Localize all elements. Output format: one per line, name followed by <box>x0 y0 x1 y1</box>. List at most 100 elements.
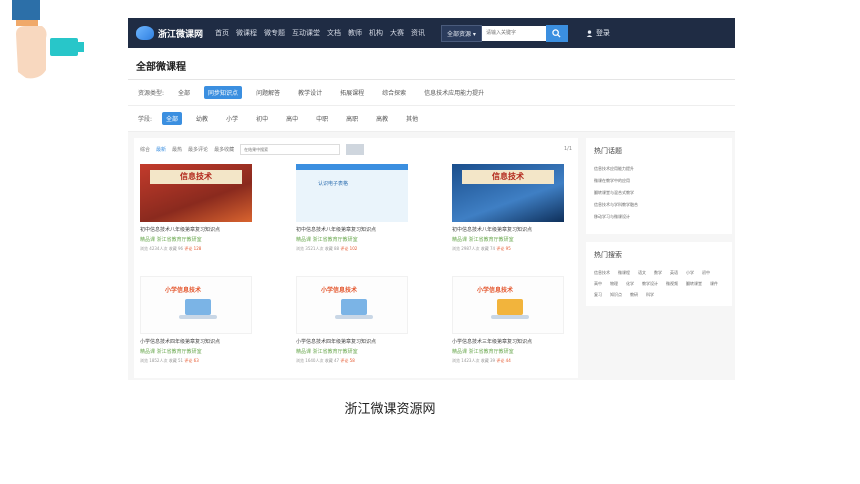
laptop-base <box>491 315 529 319</box>
course-thumbnail[interactable]: 小学信息技术 <box>140 276 252 334</box>
thumbnail-banner: 信息技术 <box>462 170 554 184</box>
filter-type-explore[interactable]: 综合探索 <box>378 86 410 99</box>
nav-item-news[interactable]: 资讯 <box>411 28 425 38</box>
filter-stage-primary[interactable]: 小学 <box>222 112 242 125</box>
laptop-icon <box>341 299 367 315</box>
nav-item-docs[interactable]: 文档 <box>327 28 341 38</box>
course-card[interactable]: 信息技术 初中信息技术八年级第章复习知识点 精品课 浙江省教育厅教研室 浏览 4… <box>140 164 280 268</box>
hot-search-tag[interactable]: 高中 <box>594 281 602 287</box>
laptop-base <box>335 315 373 319</box>
hot-search-title: 热门搜索 <box>594 251 622 259</box>
course-list-area: 综合 最新 最热 最多评论 最多收藏 1/1 信息技术 初中信息技术八年级第章复… <box>134 138 578 378</box>
hot-search-tag[interactable]: 语文 <box>638 270 646 276</box>
hot-search-tag[interactable]: 初中 <box>702 270 710 276</box>
course-thumbnail[interactable]: 小学信息技术 <box>296 276 408 334</box>
hot-search-tag[interactable]: 知识点 <box>610 292 622 298</box>
hot-topic-item[interactable]: 信息技术与学科教学融合 <box>594 202 724 208</box>
filter-stage-junior[interactable]: 初中 <box>252 112 272 125</box>
hot-search-panel: 热门搜索 信息技术 微课程 语文 数学 英语 小学 初中 高中 物理 化学 教学… <box>586 242 732 306</box>
filter-type-qa[interactable]: 问题解答 <box>252 86 284 99</box>
hot-search-tag[interactable]: 复习 <box>594 292 602 298</box>
course-card[interactable]: 小学信息技术 小学信息技术四年级第章复习知识点 精品课 浙江省教育厅教研室 浏览… <box>296 276 436 380</box>
login-link[interactable]: 登录 <box>586 28 610 38</box>
filter-stage-all[interactable]: 全部 <box>162 112 183 125</box>
filter-row-type: 资源类型: 全部 同步知识点 问题解答 教学设计 拓展课程 综合探索 信息技术应… <box>128 80 735 106</box>
filter-type-knowledge[interactable]: 同步知识点 <box>204 86 243 99</box>
search-input[interactable] <box>481 25 546 41</box>
course-title[interactable]: 小学信息技术三年级第章复习知识点 <box>452 338 592 345</box>
slide-caption: 浙江微课资源网 <box>344 402 436 417</box>
filter-stage-other[interactable]: 其他 <box>402 112 422 125</box>
hot-topic-item[interactable]: 移动学习与微课设计 <box>594 214 724 220</box>
sort-default[interactable]: 综合 <box>140 146 150 153</box>
filter-type-extension[interactable]: 拓展课程 <box>336 86 368 99</box>
hot-topic-item[interactable]: 信息技术应用能力提升 <box>594 166 724 172</box>
course-stats: 浏览 2987人次 收藏 74 评论 95 <box>452 246 511 251</box>
course-card[interactable]: 小学信息技术 小学信息技术三年级第章复习知识点 精品课 浙江省教育厅教研室 浏览… <box>452 276 592 380</box>
logo-icon <box>136 26 154 40</box>
site-logo[interactable]: 浙江微课网 <box>136 26 203 40</box>
hot-search-tag[interactable]: 科学 <box>646 292 654 298</box>
hot-search-tag[interactable]: 英语 <box>670 270 678 276</box>
usb-hand-icon <box>12 0 84 79</box>
filter-type-all[interactable]: 全部 <box>174 86 194 99</box>
result-search-button[interactable] <box>346 143 365 155</box>
nav-item-home[interactable]: 首页 <box>215 28 229 38</box>
hot-search-tag[interactable]: 数学 <box>654 270 662 276</box>
course-thumbnail[interactable]: 信息技术 <box>140 164 252 222</box>
nav-item-institutions[interactable]: 机构 <box>369 28 383 38</box>
course-thumbnail[interactable]: 认识电子表格 <box>296 164 408 222</box>
hot-topic-item[interactable]: 翻转课堂与混合式教学 <box>594 190 724 196</box>
course-thumbnail[interactable]: 小学信息技术 <box>452 276 564 334</box>
course-stats: 浏览 1423人次 收藏 39 评论 44 <box>452 358 511 363</box>
filter-type-design[interactable]: 教学设计 <box>294 86 326 99</box>
hot-search-tag[interactable]: 小学 <box>686 270 694 276</box>
hot-search-tag[interactable]: 课件 <box>710 281 718 287</box>
nav-item-teachers[interactable]: 教师 <box>348 28 362 38</box>
hot-search-tag[interactable]: 化学 <box>626 281 634 287</box>
course-meta: 精品课 浙江省教育厅教研室 <box>140 349 202 355</box>
nav-item-interactive[interactable]: 互动课堂 <box>292 28 320 38</box>
course-card[interactable]: 认识电子表格 初中信息技术八年级第章复习知识点 精品课 浙江省教育厅教研室 浏览… <box>296 164 436 268</box>
hot-search-tag[interactable]: 教学设计 <box>642 281 658 287</box>
nav-item-microcourse[interactable]: 微课程 <box>236 28 257 38</box>
course-title[interactable]: 小学信息技术四年级第章复习知识点 <box>140 338 280 345</box>
course-title[interactable]: 初中信息技术八年级第章复习知识点 <box>452 226 592 233</box>
hot-search-tag[interactable]: 翻转课堂 <box>686 281 702 287</box>
filter-stage-vocational[interactable]: 中职 <box>312 112 332 125</box>
screenshot-frame: 浙江微课网 首页 微课程 微专题 互动课堂 文档 教师 机构 大赛 资讯 全部资… <box>128 18 735 380</box>
thumbnail-caption: 小学信息技术 <box>321 287 358 294</box>
sort-newest[interactable]: 最新 <box>156 146 166 153</box>
filter-row-stage: 学段: 全部 幼教 小学 初中 高中 中职 高职 高教 其他 <box>128 106 735 132</box>
course-title[interactable]: 小学信息技术四年级第章复习知识点 <box>296 338 436 345</box>
sort-hottest[interactable]: 最热 <box>172 146 182 153</box>
course-thumbnail[interactable]: 信息技术 <box>452 164 564 222</box>
filter-stage-higher-ed[interactable]: 高教 <box>372 112 392 125</box>
filter-stage-preschool[interactable]: 幼教 <box>192 112 212 125</box>
course-title[interactable]: 初中信息技术八年级第章复习知识点 <box>296 226 436 233</box>
search-scope-dropdown[interactable]: 全部资源 ▾ <box>441 24 482 42</box>
hot-search-tag[interactable]: 教研 <box>630 292 638 298</box>
filter-type-it-ability[interactable]: 信息技术应用能力提升 <box>420 86 488 99</box>
sort-most-comments[interactable]: 最多评论 <box>188 146 208 153</box>
course-card[interactable]: 小学信息技术 小学信息技术四年级第章复习知识点 精品课 浙江省教育厅教研室 浏览… <box>140 276 280 380</box>
sidebar: 热门话题 信息技术应用能力提升 微课在教学中的应用 翻转课堂与混合式教学 信息技… <box>586 138 732 378</box>
hot-search-tag[interactable]: 信息技术 <box>594 270 610 276</box>
search-button[interactable] <box>545 24 568 42</box>
filter-stage-senior[interactable]: 高中 <box>282 112 302 125</box>
nav-item-contest[interactable]: 大赛 <box>390 28 404 38</box>
thumbnail-banner: 信息技术 <box>150 170 242 184</box>
hot-search-tag[interactable]: 微视频 <box>666 281 678 287</box>
laptop-base <box>179 315 217 319</box>
hot-topic-item[interactable]: 微课在教学中的应用 <box>594 178 724 184</box>
filter-stage-higher-vocational[interactable]: 高职 <box>342 112 362 125</box>
user-icon <box>586 29 593 37</box>
course-title[interactable]: 初中信息技术八年级第章复习知识点 <box>140 226 280 233</box>
hot-search-tag[interactable]: 微课程 <box>618 270 630 276</box>
sort-most-favorites[interactable]: 最多收藏 <box>214 146 234 153</box>
result-search-input[interactable] <box>240 143 341 155</box>
course-card[interactable]: 信息技术 初中信息技术八年级第章复习知识点 精品课 浙江省教育厅教研室 浏览 2… <box>452 164 592 268</box>
nav-item-topic[interactable]: 微专题 <box>264 28 285 38</box>
hot-search-tag[interactable]: 物理 <box>610 281 618 287</box>
search-box: 全部资源 ▾ <box>441 24 568 42</box>
